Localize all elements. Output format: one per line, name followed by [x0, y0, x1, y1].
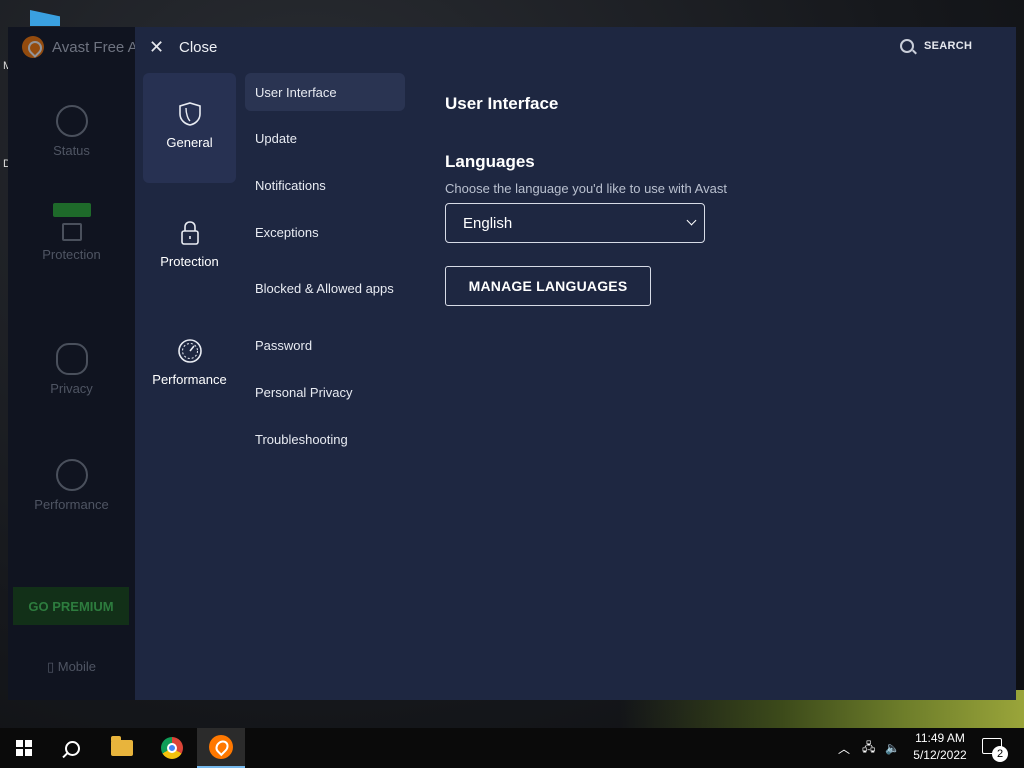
taskbar-chrome[interactable] — [148, 728, 196, 768]
taskbar-clock[interactable]: 11:49 AM 5/12/2022 — [906, 730, 974, 764]
subnav-label: Personal Privacy — [255, 384, 353, 400]
go-premium-button[interactable]: GO PREMIUM — [13, 587, 129, 625]
close-icon: ✕ — [149, 37, 165, 57]
search-icon — [64, 740, 80, 756]
sidebar-item-protection[interactable]: Protection — [8, 203, 135, 262]
subnav-notifications[interactable]: Notifications — [245, 166, 405, 204]
tray-show-hidden[interactable]: ︿ — [838, 728, 850, 768]
subnav-exceptions[interactable]: Exceptions — [245, 213, 405, 251]
sidebar-item-label: Mobile — [57, 659, 97, 674]
app-title: Avast Free A — [52, 38, 138, 56]
avast-logo-icon — [22, 36, 44, 58]
sidebar-item-label: Performance — [34, 497, 109, 512]
subnav-update[interactable]: Update — [245, 119, 405, 157]
category-performance[interactable]: Performance — [143, 338, 236, 387]
clock-date: 5/12/2022 — [913, 748, 967, 762]
subnav-personal-privacy[interactable]: Personal Privacy — [245, 373, 405, 411]
speaker-icon: 🔈 — [885, 741, 900, 755]
category-label: General — [166, 135, 213, 150]
settings-panel: ✕ Close SEARCH General Protection Perfor… — [135, 27, 1016, 700]
lock-icon — [180, 221, 199, 245]
taskbar-file-explorer[interactable] — [98, 728, 146, 768]
chevron-down-icon — [686, 215, 697, 226]
sidebar-item-label: Protection — [42, 247, 101, 262]
avast-icon — [209, 735, 233, 759]
notification-count-badge: 2 — [992, 746, 1008, 762]
taskbar-avast[interactable] — [197, 728, 245, 768]
close-button[interactable]: ✕ Close — [149, 37, 217, 58]
category-general[interactable]: General — [143, 73, 236, 183]
windows-icon — [16, 740, 32, 756]
clock-time: 11:49 AM — [915, 731, 965, 745]
languages-heading: Languages — [445, 152, 535, 171]
folder-icon — [111, 736, 133, 756]
subnav-label: Exceptions — [255, 224, 319, 240]
language-select[interactable]: English — [445, 203, 705, 243]
subnav-blocked-allowed-apps[interactable]: Blocked & Allowed apps — [245, 265, 395, 311]
subnav-label: Troubleshooting — [255, 431, 348, 447]
search-button[interactable]: SEARCH — [900, 39, 972, 53]
subnav-user-interface[interactable]: User Interface — [245, 73, 405, 111]
sidebar-item-mobile[interactable]: ▯ Mobile — [8, 659, 135, 675]
languages-description: Choose the language you'd like to use wi… — [445, 181, 727, 196]
taskbar: ︿ 🖧 🔈 11:49 AM 5/12/2022 2 — [0, 728, 1024, 768]
fingerprint-icon — [55, 343, 88, 375]
lock-icon — [61, 223, 82, 241]
sidebar-item-label: Status — [53, 143, 90, 158]
start-button[interactable] — [0, 728, 48, 768]
network-icon: 🖧 — [862, 739, 876, 754]
category-label: Protection — [160, 254, 219, 269]
manage-languages-button[interactable]: MANAGE LANGUAGES — [445, 266, 651, 306]
page-title: User Interface — [445, 94, 559, 113]
desktop-icon[interactable] — [30, 10, 60, 26]
search-icon — [900, 39, 914, 53]
tray-volume[interactable]: 🔈 — [885, 728, 900, 768]
close-label: Close — [179, 39, 218, 56]
search-label: SEARCH — [924, 40, 973, 52]
sidebar-item-performance[interactable]: Performance — [8, 459, 135, 512]
subnav-troubleshooting[interactable]: Troubleshooting — [245, 420, 405, 458]
chrome-icon — [161, 737, 183, 759]
main-sidebar: Avast Free A Status Protection Privacy P… — [8, 27, 138, 700]
tray-network[interactable]: 🖧 — [862, 728, 875, 768]
free-badge — [52, 203, 91, 217]
subnav-label: Password — [255, 337, 313, 353]
speedometer-icon — [177, 339, 202, 363]
sidebar-item-label: Privacy — [50, 381, 93, 396]
check-circle-icon — [55, 105, 88, 137]
speedometer-icon — [55, 459, 88, 491]
subnav-label: User Interface — [255, 84, 337, 100]
sidebar-item-privacy[interactable]: Privacy — [8, 343, 135, 396]
phone-icon: ▯ — [46, 659, 58, 674]
category-label: Performance — [152, 372, 227, 387]
language-select-value: English — [463, 214, 513, 232]
chevron-up-icon: ︿ — [838, 741, 851, 756]
subnav-label: Update — [255, 130, 297, 146]
subnav-label: Blocked & Allowed apps — [255, 280, 394, 296]
subnav-password[interactable]: Password — [245, 326, 405, 364]
taskbar-search-button[interactable] — [48, 728, 96, 768]
category-protection[interactable]: Protection — [143, 220, 236, 269]
shield-icon — [178, 102, 201, 126]
subnav-label: Notifications — [255, 177, 326, 193]
sidebar-item-status[interactable]: Status — [8, 105, 135, 158]
